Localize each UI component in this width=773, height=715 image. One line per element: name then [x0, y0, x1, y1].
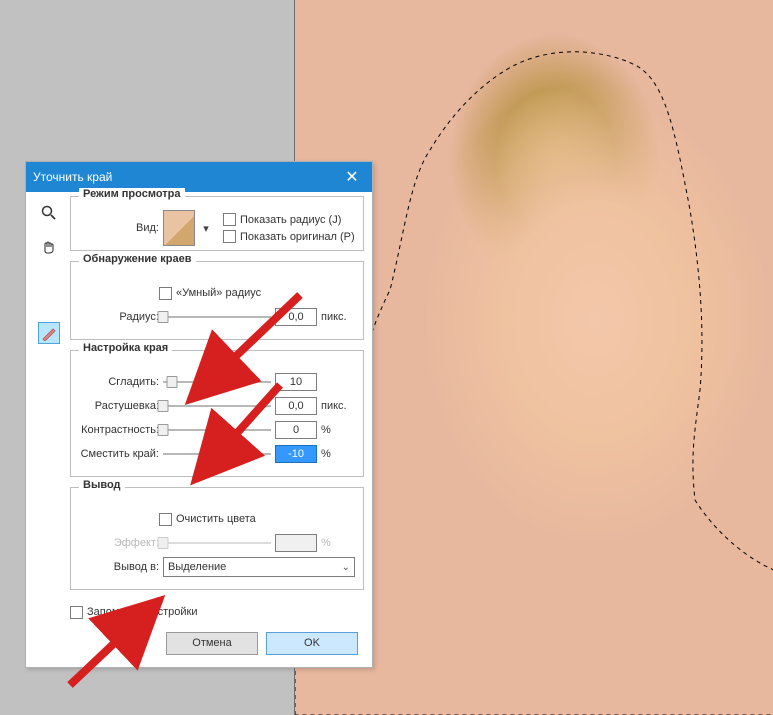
checkbox-icon — [223, 230, 236, 243]
tool-column — [34, 202, 64, 344]
smart-radius-checkbox[interactable]: «Умный» радиус — [159, 287, 261, 300]
show-original-label: Показать оригинал (P) — [240, 231, 355, 243]
show-radius-checkbox[interactable]: Показать радиус (J) — [223, 213, 355, 226]
contrast-input[interactable]: 0 — [275, 421, 317, 439]
refine-edge-dialog: Уточнить край ✕ Режим просмотра Вид: — [25, 161, 373, 668]
output-title: Вывод — [79, 479, 125, 491]
decontaminate-label: Очистить цвета — [176, 513, 256, 525]
cancel-button[interactable]: Отмена — [166, 632, 258, 655]
smooth-label: Сгладить: — [79, 376, 159, 388]
effect-unit: % — [321, 537, 355, 549]
radius-slider[interactable] — [163, 309, 271, 325]
smooth-slider[interactable] — [163, 374, 271, 390]
checkbox-icon — [159, 287, 172, 300]
radius-input[interactable]: 0,0 — [275, 308, 317, 326]
view-thumbnail[interactable] — [163, 210, 195, 246]
checkbox-icon — [70, 606, 83, 619]
chevron-down-icon: ▾ — [203, 222, 209, 235]
brush-icon — [41, 325, 57, 341]
chevron-down-icon: ⌄ — [342, 562, 350, 573]
contrast-slider[interactable] — [163, 422, 271, 438]
radius-label: Радиус: — [79, 311, 159, 323]
shift-slider[interactable] — [163, 446, 271, 462]
ok-button[interactable]: OK — [266, 632, 358, 655]
output-to-value: Выделение — [168, 561, 226, 573]
close-icon: ✕ — [345, 167, 358, 187]
feather-label: Растушевка: — [79, 400, 159, 412]
edge-detection-group: Обнаружение краев «Умный» радиус Радиус:… — [70, 261, 364, 340]
refine-brush-tool[interactable] — [38, 322, 60, 344]
contrast-unit: % — [321, 424, 355, 436]
shift-unit: % — [321, 448, 355, 460]
dialog-titlebar[interactable]: Уточнить край ✕ — [26, 162, 372, 192]
close-button[interactable]: ✕ — [332, 162, 372, 192]
remember-checkbox[interactable]: Запомнить настройки — [70, 606, 198, 619]
zoom-tool[interactable] — [38, 202, 60, 224]
view-mode-group: Режим просмотра Вид: ▾ Показать радиус (… — [70, 196, 364, 251]
output-to-label: Вывод в: — [79, 561, 159, 573]
feather-slider[interactable] — [163, 398, 271, 414]
adjust-edge-title: Настройка края — [79, 342, 172, 354]
decontaminate-checkbox[interactable]: Очистить цвета — [159, 513, 256, 526]
contrast-label: Контрастность: — [79, 424, 159, 436]
radius-unit: пикс. — [321, 311, 355, 323]
view-label: Вид: — [79, 222, 159, 234]
adjust-edge-group: Настройка края Сгладить: 10 Растушевка: … — [70, 350, 364, 477]
dialog-title: Уточнить край — [33, 170, 112, 184]
checkbox-icon — [159, 513, 172, 526]
view-dropdown-arrow[interactable]: ▾ — [199, 210, 213, 246]
shift-label: Сместить край: — [79, 448, 159, 460]
checkbox-icon — [223, 213, 236, 226]
hand-icon — [41, 239, 57, 255]
show-original-checkbox[interactable]: Показать оригинал (P) — [223, 230, 355, 243]
smart-radius-label: «Умный» радиус — [176, 287, 261, 299]
edge-detection-title: Обнаружение краев — [79, 253, 196, 265]
view-mode-title: Режим просмотра — [79, 188, 185, 200]
remember-label: Запомнить настройки — [87, 606, 198, 618]
output-to-select[interactable]: Выделение ⌄ — [163, 557, 355, 577]
hand-tool[interactable] — [38, 236, 60, 258]
effect-slider — [163, 535, 271, 551]
shift-input[interactable]: -10 — [275, 445, 317, 463]
feather-input[interactable]: 0,0 — [275, 397, 317, 415]
feather-unit: пикс. — [321, 400, 355, 412]
effect-label: Эффект: — [79, 537, 159, 549]
show-radius-label: Показать радиус (J) — [240, 214, 341, 226]
effect-input — [275, 534, 317, 552]
smooth-input[interactable]: 10 — [275, 373, 317, 391]
magnifier-icon — [41, 205, 57, 221]
output-group: Вывод Очистить цвета Эффект: % Вывод в: … — [70, 487, 364, 590]
